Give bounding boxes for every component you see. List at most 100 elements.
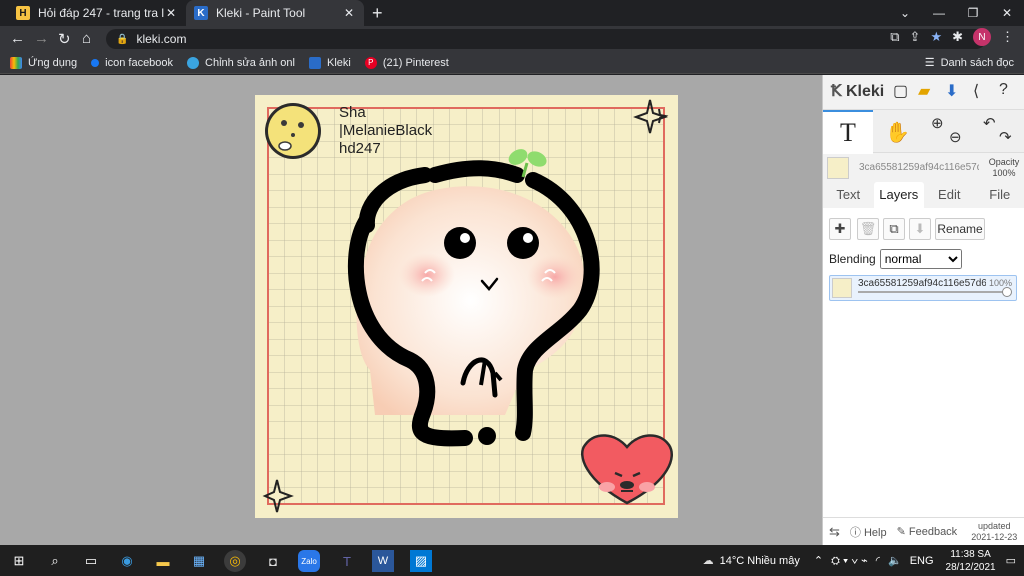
profile-avatar[interactable]: N (973, 28, 991, 46)
redo-icon[interactable]: ↷ (999, 128, 1012, 146)
tab-edit[interactable]: Edit (924, 182, 975, 208)
bookmark-star-icon[interactable]: ★ (930, 29, 942, 45)
photos-icon[interactable]: ▨ (410, 550, 432, 572)
network-icon[interactable]: ◜ (876, 554, 880, 567)
drawing-canvas[interactable]: Sha |MelanieBlack hd247 (255, 95, 678, 518)
weather-icon: ☁ (702, 555, 714, 567)
open-folder-icon[interactable]: ▰ (918, 81, 930, 101)
bookmark-label: icon facebook (105, 56, 174, 69)
tab-strip: H Hỏi đáp 247 - trang tra loi ✕ K Kleki … (0, 0, 1024, 26)
tab-file[interactable]: File (975, 182, 1024, 208)
tray-icons[interactable]: ⛭ ▾ ∨ ⌁ (831, 554, 868, 568)
url-input[interactable]: 🔒 kleki.com (106, 29, 986, 49)
layer-item[interactable]: 3ca65581259af94c116e57d6 100% (829, 275, 1017, 301)
workspace[interactable]: Sha |MelanieBlack hd247 (0, 75, 822, 545)
tab-layers[interactable]: Layers (873, 182, 924, 208)
reading-list[interactable]: ☰ Danh sách đọc (924, 56, 1014, 70)
kleki-logo[interactable]: Ꝁ Kleki (831, 81, 884, 101)
language-indicator[interactable]: ENG (910, 555, 934, 567)
delete-layer-button[interactable]: 🗑 (857, 218, 879, 240)
slider-handle[interactable] (1002, 287, 1012, 297)
zoom-in-icon[interactable]: ⊕ (931, 114, 944, 132)
store-icon[interactable]: ▦ (188, 550, 210, 572)
merge-layer-button[interactable]: ⬇ (909, 218, 931, 240)
home-icon[interactable]: ⌂ (82, 30, 91, 47)
zoom-out-icon[interactable]: ⊖ (949, 128, 962, 146)
feedback-button[interactable]: ✎ Feedback (897, 525, 958, 538)
layer-thumbnail (827, 157, 849, 179)
logo-text: Kleki (845, 83, 885, 100)
tab-text[interactable]: Text (823, 182, 874, 208)
reload-icon[interactable]: ↻ (58, 30, 71, 48)
add-layer-button[interactable]: ✚ (829, 218, 851, 240)
zalo-icon[interactable]: Zalo (298, 550, 320, 572)
tab-search-icon[interactable]: ⌄ (888, 6, 922, 20)
forward-icon[interactable]: → (34, 30, 49, 47)
apps-grid-icon (10, 56, 22, 69)
layers-panel: ✚ 🗑 ⧉ ⬇ Rename Blending normal 3ca655812… (823, 208, 1024, 545)
current-layer-header: 3ca65581259af94c116e57d Opacity 100% (823, 155, 1024, 181)
omni-icons: ⧉ ⇪ ★ ✱ N ⋮ (890, 28, 1014, 46)
help-circle-icon[interactable]: ? (999, 81, 1008, 99)
hand-tool-icon[interactable]: ✋ (885, 120, 910, 145)
task-view-icon[interactable]: ▭ (80, 550, 102, 572)
back-icon[interactable]: ← (10, 30, 25, 47)
bookmark-facebook[interactable]: icon facebook (91, 57, 173, 69)
restore-icon[interactable]: ❐ (956, 6, 990, 20)
bookmark-edit-photo[interactable]: Chỉnh sửa ảnh onl (187, 56, 295, 69)
tab-hoidap[interactable]: H Hỏi đáp 247 - trang tra loi ✕ (8, 0, 186, 26)
new-image-icon[interactable]: ▢ (893, 81, 908, 101)
edge-icon[interactable]: ◉ (116, 550, 138, 572)
search-icon[interactable]: ⌕ (44, 550, 66, 572)
swap-icon[interactable]: ⇆ (829, 524, 840, 540)
share-icon[interactable]: ⇪ (910, 29, 921, 45)
layer-item-thumbnail (832, 278, 852, 298)
bookmark-label: Kleki (326, 56, 351, 69)
minimize-icon[interactable]: — (922, 6, 956, 20)
share-icon[interactable]: ⟨ (973, 81, 979, 101)
bookmark-kleki[interactable]: Kleki (308, 56, 351, 69)
notification-icon[interactable]: ▭ (1006, 554, 1016, 567)
tray-up-icon[interactable]: ⌃ (814, 554, 823, 567)
extensions-icon[interactable]: ✱ (952, 29, 963, 45)
menu-icon[interactable]: ⋮ (1001, 29, 1014, 45)
file-explorer-icon[interactable]: ▬ (152, 550, 174, 572)
tab-kleki[interactable]: K Kleki - Paint Tool ✕ (186, 0, 364, 26)
camera-icon[interactable]: ◘ (262, 550, 284, 572)
new-tab-icon[interactable]: + (372, 3, 383, 24)
blending-label: Blending (829, 252, 876, 266)
text-tool-button[interactable]: T (823, 110, 873, 154)
close-window-icon[interactable]: ✕ (990, 6, 1024, 20)
close-tab-icon[interactable]: ✕ (342, 6, 356, 20)
layer-opacity-slider[interactable] (858, 291, 1008, 293)
word-icon[interactable]: W (372, 550, 394, 572)
kleki-side-panel: Ꝁ Kleki ▢ ▰ ⬇ ⟨ ? T ✋ ⊕ ⊖ ↶ ↷ 3ca6558125… (822, 75, 1024, 545)
system-tray: ☁ 14°C Nhiều mây ⌃ ⛭ ▾ ∨ ⌁ ◜ 🔈 ENG 11:38… (703, 545, 1024, 576)
close-tab-icon[interactable]: ✕ (164, 6, 178, 20)
duplicate-layer-button[interactable]: ⧉ (883, 218, 905, 240)
volume-icon[interactable]: 🔈 (888, 554, 902, 567)
address-bar: ← → ↻ ⌂ 🔒 kleki.com ⧉ ⇪ ★ ✱ N ⋮ (0, 26, 1024, 52)
weather-text[interactable]: 14°C Nhiều mây (720, 555, 800, 567)
help-button[interactable]: ⓘ Help (850, 524, 887, 540)
windows-start-icon[interactable]: ⊞ (8, 550, 30, 572)
rename-button[interactable]: Rename (935, 218, 985, 240)
clock[interactable]: 11:38 SA 28/12/2021 (946, 548, 996, 574)
bookmark-pinterest[interactable]: P (21) Pinterest (364, 56, 449, 69)
blending-select[interactable]: normal (879, 249, 962, 269)
download-icon[interactable]: ⬇ (945, 81, 958, 101)
pinterest-icon: P (364, 56, 377, 69)
reading-list-label: Danh sách đọc (940, 56, 1014, 69)
help-label: Help (863, 526, 887, 539)
taskbar: ⊞ ⌕ ▭ ◉ ▬ ▦ ◎ ◘ Zalo T W ▨ ☁ 14°C Nhiều … (0, 545, 1024, 576)
opacity-label: Opacity (988, 157, 1020, 167)
undo-icon[interactable]: ↶ (983, 114, 996, 132)
translate-icon[interactable]: ⧉ (890, 29, 899, 45)
reading-list-icon: ☰ (924, 57, 935, 69)
bookmark-apps[interactable]: Ứng dụng (10, 56, 77, 69)
feedback-label: Feedback (908, 526, 958, 538)
teams-icon[interactable]: T (336, 550, 358, 572)
url-text: kleki.com (136, 32, 187, 46)
help-icon: ⓘ (849, 526, 861, 539)
chrome-icon[interactable]: ◎ (224, 550, 246, 572)
